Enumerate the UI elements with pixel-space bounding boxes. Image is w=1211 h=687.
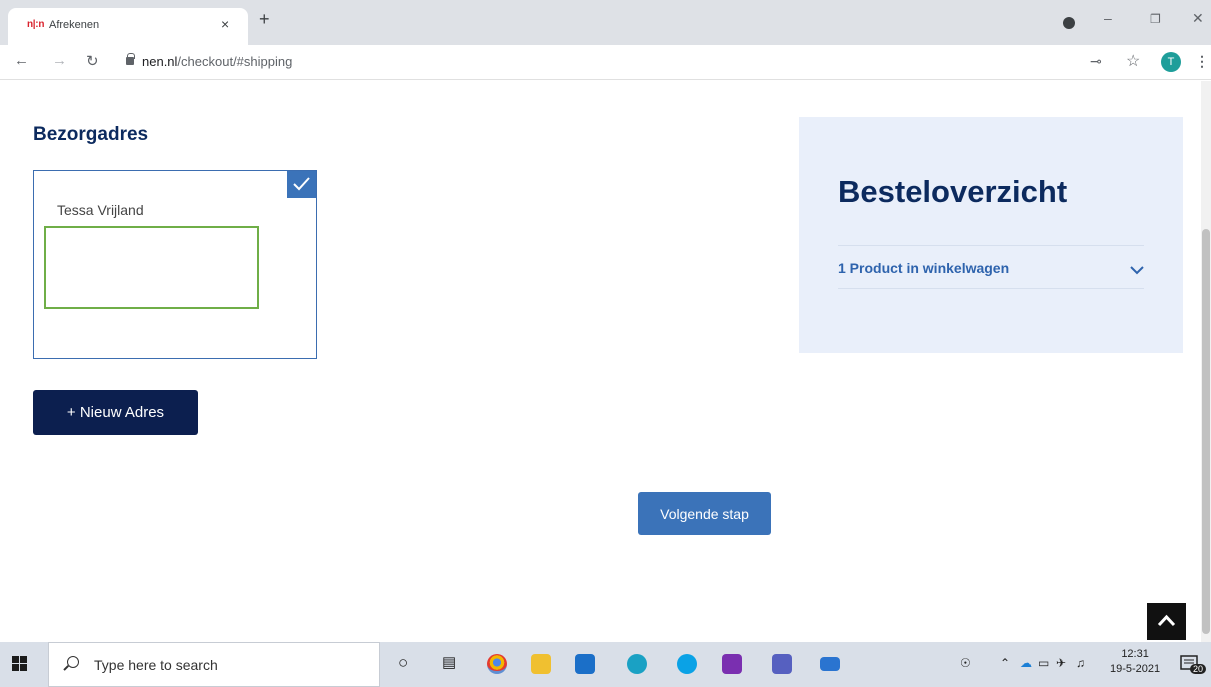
forward-icon[interactable]: → <box>52 52 67 69</box>
clock-date: 19-5-2021 <box>1110 663 1161 675</box>
teams-icon[interactable] <box>772 654 792 674</box>
order-summary-title: Besteloverzicht <box>838 174 1068 209</box>
scrollbar-thumb[interactable] <box>1202 229 1210 634</box>
system-clock[interactable]: 12:31 19-5-2021 <box>1110 647 1160 677</box>
star-icon[interactable]: ☆ <box>1126 51 1140 71</box>
browser-tab[interactable]: n|:n Afrekenen × <box>8 8 248 45</box>
chevron-up-icon <box>1157 614 1176 627</box>
airplane-mode-icon[interactable]: ✈ <box>1056 656 1066 670</box>
new-tab-icon[interactable]: + <box>259 9 270 30</box>
url-text: nen.nl/checkout/#shipping <box>142 54 292 69</box>
tab-close-icon[interactable]: × <box>221 16 229 32</box>
skype-icon[interactable] <box>677 654 697 674</box>
cart-summary-toggle[interactable]: 1 Product in winkelwagen <box>838 245 1144 289</box>
browser-tabstrip: n|:n Afrekenen × + – ❐ ✕ <box>0 0 1211 45</box>
edge-icon[interactable] <box>627 654 647 674</box>
notification-count: 20 <box>1190 664 1207 674</box>
notification-center-icon[interactable]: 20 <box>1180 654 1207 674</box>
search-placeholder: Type here to search <box>94 657 218 673</box>
onenote-icon[interactable] <box>722 654 742 674</box>
people-icon[interactable]: ☉ <box>960 656 971 670</box>
windows-start-icon[interactable] <box>12 656 28 672</box>
url-path: /checkout/#shipping <box>177 54 293 69</box>
address-details-highlight <box>44 226 259 309</box>
back-icon[interactable]: ← <box>14 52 29 69</box>
nen-favicon-icon: n|:n <box>27 19 45 30</box>
new-address-button[interactable]: + Nieuw Adres <box>33 390 198 435</box>
menu-icon[interactable]: ⋮ <box>1195 53 1209 70</box>
avatar[interactable]: T <box>1161 52 1181 72</box>
windows-taskbar: Type here to search ○ ▤ ☉ ⌃ ☁ ▭ ✈ ♫ 12:3… <box>0 642 1211 687</box>
order-summary-panel: Besteloverzicht 1 Product in winkelwagen <box>799 117 1183 353</box>
checkout-page: Bezorgadres Tessa Vrijland + Nieuw Adres… <box>0 81 1211 642</box>
tab-title: Afrekenen <box>49 19 100 31</box>
clock-time: 12:31 <box>1121 648 1149 660</box>
outlook-icon[interactable] <box>575 654 595 674</box>
search-icon <box>67 656 79 668</box>
lock-icon <box>126 53 135 65</box>
chevron-down-icon <box>1130 262 1144 280</box>
file-explorer-icon[interactable] <box>531 654 551 674</box>
address-bar[interactable]: nen.nl/checkout/#shipping <box>118 50 1078 74</box>
task-view-icon[interactable]: ▤ <box>442 653 456 671</box>
app-window-icon[interactable] <box>820 657 840 671</box>
address-name: Tessa Vrijland <box>57 202 144 218</box>
reload-icon[interactable]: ↻ <box>86 52 99 70</box>
taskbar-search-input[interactable]: Type here to search <box>48 642 380 687</box>
next-step-button[interactable]: Volgende stap <box>638 492 771 535</box>
url-host: nen.nl <box>142 54 178 69</box>
browser-toolbar: ← → ↻ nen.nl/checkout/#shipping ⊸ ☆ T ⋮ <box>0 45 1211 80</box>
key-icon[interactable]: ⊸ <box>1090 53 1102 70</box>
chrome-icon[interactable] <box>487 654 507 674</box>
minimize-icon[interactable]: – <box>1104 10 1112 26</box>
selected-check-icon <box>287 171 316 198</box>
cart-summary-label: 1 Product in winkelwagen <box>838 260 1010 276</box>
delivery-address-heading: Bezorgadres <box>33 124 149 145</box>
restore-icon[interactable]: ❐ <box>1150 12 1161 26</box>
scroll-to-top-button[interactable] <box>1147 603 1186 640</box>
profile-indicator-icon[interactable] <box>1063 17 1075 29</box>
address-card[interactable]: Tessa Vrijland <box>33 170 317 359</box>
close-window-icon[interactable]: ✕ <box>1192 10 1204 27</box>
tray-overflow-icon[interactable]: ⌃ <box>1000 656 1010 670</box>
volume-icon[interactable]: ♫ <box>1076 656 1085 670</box>
battery-icon[interactable]: ▭ <box>1038 656 1049 670</box>
onedrive-icon[interactable]: ☁ <box>1020 656 1032 670</box>
page-scrollbar[interactable] <box>1201 81 1211 642</box>
cortana-icon[interactable]: ○ <box>398 653 408 673</box>
